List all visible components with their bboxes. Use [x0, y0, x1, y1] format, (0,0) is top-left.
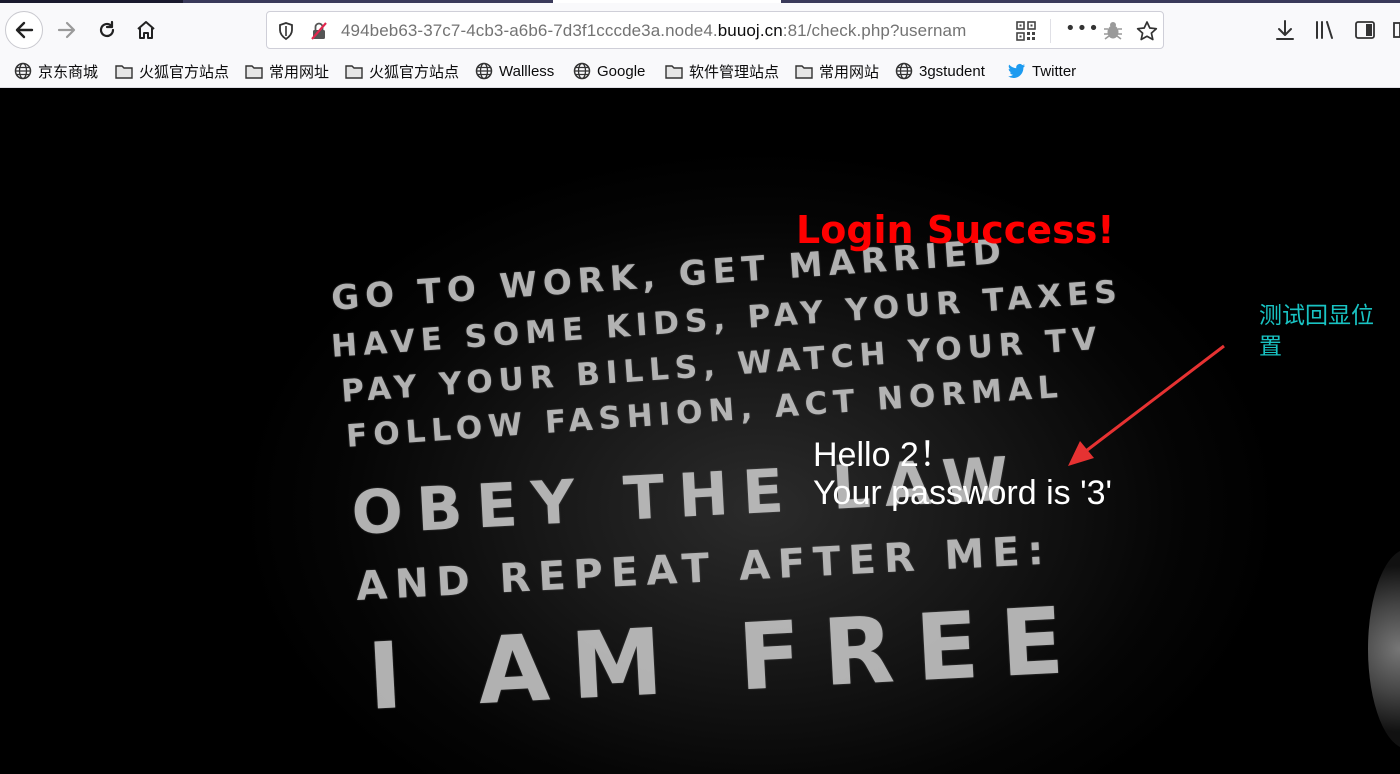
bookmark-label: 火狐官方站点: [369, 63, 460, 81]
home-button[interactable]: [127, 11, 165, 49]
tracking-shield-icon[interactable]: [277, 21, 295, 41]
url-domain: buuoj.cn: [717, 21, 783, 40]
bookmark-label: Wallless: [499, 62, 555, 80]
folder-icon: [665, 62, 683, 80]
twitter-icon: [1008, 62, 1026, 80]
bookmark-folder[interactable]: 常用网站: [795, 60, 879, 82]
page-actions-menu-button[interactable]: •••: [1065, 18, 1100, 39]
bookmark-label: 常用网站: [819, 63, 880, 81]
bookmark-item[interactable]: Twitter: [1008, 60, 1076, 82]
forward-button[interactable]: [48, 11, 86, 49]
bookmark-label: 京东商城: [38, 63, 99, 81]
forward-arrow-icon: [57, 21, 76, 39]
bug-extension-icon[interactable]: [1102, 20, 1124, 42]
reload-icon: [99, 20, 115, 38]
globe-icon: [895, 62, 913, 80]
bookmark-folder[interactable]: 火狐官方站点: [115, 60, 229, 82]
bookmark-item[interactable]: Google: [573, 60, 645, 82]
bookmark-label: Google: [597, 62, 646, 80]
annotation-arrow-icon: [1068, 344, 1225, 466]
navigation-toolbar: 494beb63-37c7-4cb3-a6b6-7d3f1cccde3a.nod…: [0, 3, 1400, 54]
page-content: GO TO WORK, GET MARRIED HAVE SOME KIDS, …: [0, 89, 1400, 774]
bookmark-folder[interactable]: 常用网址: [245, 60, 329, 82]
overflow-icon[interactable]: [1393, 19, 1400, 41]
reload-button[interactable]: [88, 11, 126, 49]
bookmark-label: 火狐官方站点: [139, 63, 230, 81]
bookmark-item[interactable]: 3gstudent: [895, 60, 985, 82]
download-icon[interactable]: [1274, 19, 1296, 41]
insecure-lock-icon[interactable]: [310, 21, 328, 41]
bookmark-label: Twitter: [1032, 62, 1077, 80]
bookmark-star-icon[interactable]: [1136, 20, 1158, 42]
bookmark-label: 常用网址: [269, 63, 330, 81]
url-suffix: :81/check.php?usernam: [782, 21, 967, 40]
home-icon: [137, 21, 155, 39]
folder-icon: [795, 62, 813, 80]
back-button[interactable]: [5, 11, 43, 49]
qr-code-icon[interactable]: [1016, 21, 1036, 41]
back-arrow-icon: [15, 21, 34, 39]
bookmark-folder[interactable]: 软件管理站点: [665, 60, 779, 82]
bookmark-folder[interactable]: 火狐官方站点: [345, 60, 459, 82]
folder-icon: [245, 62, 263, 80]
bookmark-item[interactable]: Wallless: [475, 60, 554, 82]
globe-icon: [14, 62, 32, 80]
bookmark-label: 3gstudent: [919, 62, 985, 80]
folder-icon: [345, 62, 363, 80]
url-bar-divider: [1050, 19, 1051, 43]
bookmark-item[interactable]: 京东商城: [14, 60, 98, 82]
sidebar-icon[interactable]: [1354, 19, 1376, 41]
bookmark-label: 软件管理站点: [689, 63, 780, 81]
url-prefix: 494beb63-37c7-4cb3-a6b6-7d3f1cccde3a.nod…: [341, 21, 718, 40]
globe-icon: [475, 62, 493, 80]
library-icon[interactable]: [1314, 19, 1336, 41]
url-bar[interactable]: 494beb63-37c7-4cb3-a6b6-7d3f1cccde3a.nod…: [266, 11, 1164, 49]
folder-icon: [115, 62, 133, 80]
globe-icon: [573, 62, 591, 80]
url-text[interactable]: 494beb63-37c7-4cb3-a6b6-7d3f1cccde3a.nod…: [341, 21, 1009, 41]
